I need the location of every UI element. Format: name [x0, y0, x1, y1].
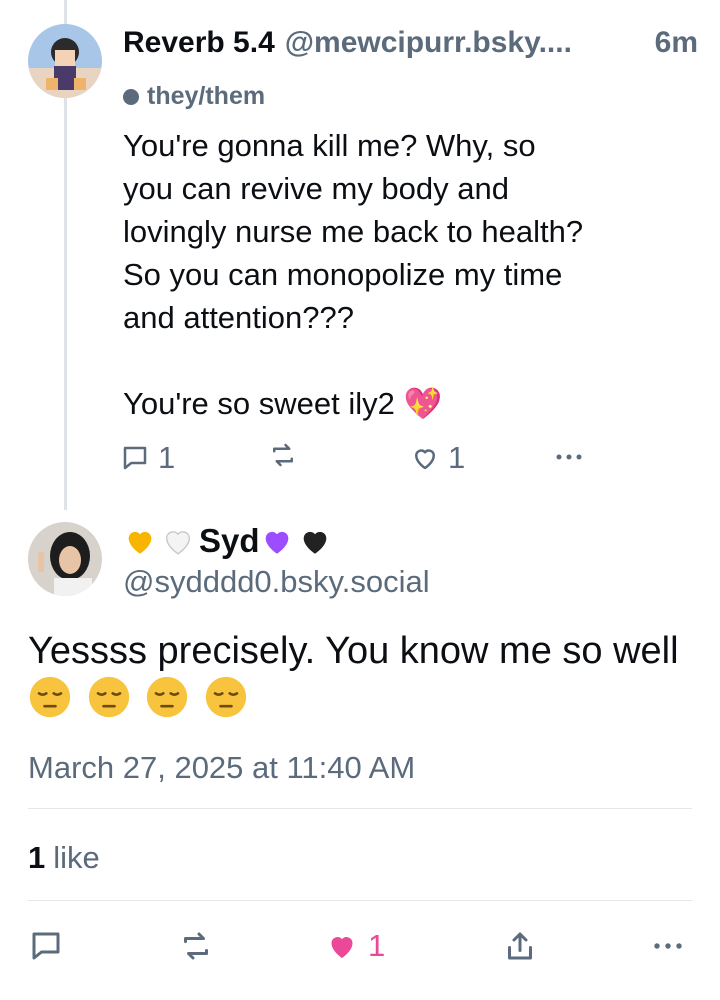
- like-count: 1: [448, 440, 466, 475]
- pronouns: they/them: [123, 82, 265, 111]
- repost-button[interactable]: [178, 928, 214, 964]
- repost-icon: [273, 443, 293, 467]
- more-button[interactable]: [552, 440, 586, 470]
- likes-summary[interactable]: 1 like: [28, 840, 100, 876]
- heart-icon: [415, 449, 435, 470]
- like-button[interactable]: 1: [324, 928, 385, 964]
- purple-heart-icon: [265, 531, 288, 554]
- pensive-face-icon: [29, 676, 71, 718]
- avatar[interactable]: [28, 522, 102, 596]
- handle[interactable]: @sydddd0.bsky.social: [123, 564, 430, 600]
- repost-icon: [184, 932, 208, 960]
- reply-post[interactable]: Syd @sydddd0.bsky.social Yessss precisel…: [0, 510, 720, 1000]
- divider: [28, 900, 692, 901]
- divider: [28, 808, 692, 809]
- black-heart-icon: [303, 531, 326, 554]
- like-count: 1: [368, 928, 386, 963]
- repost-button[interactable]: [268, 440, 298, 470]
- heart-icon: [331, 937, 353, 958]
- handle[interactable]: @mewcipurr.bsky....: [285, 26, 647, 60]
- more-button[interactable]: [648, 928, 688, 964]
- pensive-face-icon: [88, 676, 129, 718]
- avatar[interactable]: [28, 24, 102, 98]
- more-icon: [556, 454, 582, 460]
- reply-count: 1: [158, 440, 176, 475]
- reply-icon: [32, 932, 60, 960]
- post-actions: 1 1: [120, 440, 600, 480]
- display-name[interactable]: Reverb 5.4: [123, 26, 275, 60]
- post-actions: 1: [28, 928, 692, 972]
- share-button[interactable]: [502, 928, 538, 964]
- pronouns-text: they/them: [147, 82, 266, 110]
- reply-button[interactable]: 1: [120, 440, 175, 476]
- post-text-content: Yessss precisely. You know me so well: [28, 630, 679, 672]
- post-header: Reverb 5.4 @mewcipurr.bsky.... 6m: [123, 26, 698, 68]
- display-name[interactable]: Syd: [123, 522, 336, 560]
- reply-button[interactable]: [28, 928, 64, 964]
- share-icon: [508, 932, 532, 960]
- likes-count: 1: [28, 840, 46, 875]
- timestamp[interactable]: 6m: [655, 26, 698, 60]
- yellow-heart-icon: [128, 531, 152, 554]
- white-heart-icon: [165, 531, 191, 555]
- like-button[interactable]: 1: [410, 440, 465, 476]
- likes-label: like: [53, 840, 100, 875]
- more-icon: [654, 943, 682, 949]
- post-text: Yessss precisely. You know me so well: [28, 627, 688, 723]
- post-date: March 27, 2025 at 11:40 AM: [28, 750, 416, 785]
- display-name-text: Syd: [199, 522, 260, 559]
- post-text: You're gonna kill me? Why, so you can re…: [123, 128, 584, 421]
- pensive-face-icon: [205, 676, 246, 718]
- pensive-face-icon: [146, 676, 188, 718]
- reply-icon: [123, 446, 147, 470]
- parent-post[interactable]: Reverb 5.4 @mewcipurr.bsky.... 6m they/t…: [0, 0, 720, 510]
- info-icon: [123, 88, 139, 105]
